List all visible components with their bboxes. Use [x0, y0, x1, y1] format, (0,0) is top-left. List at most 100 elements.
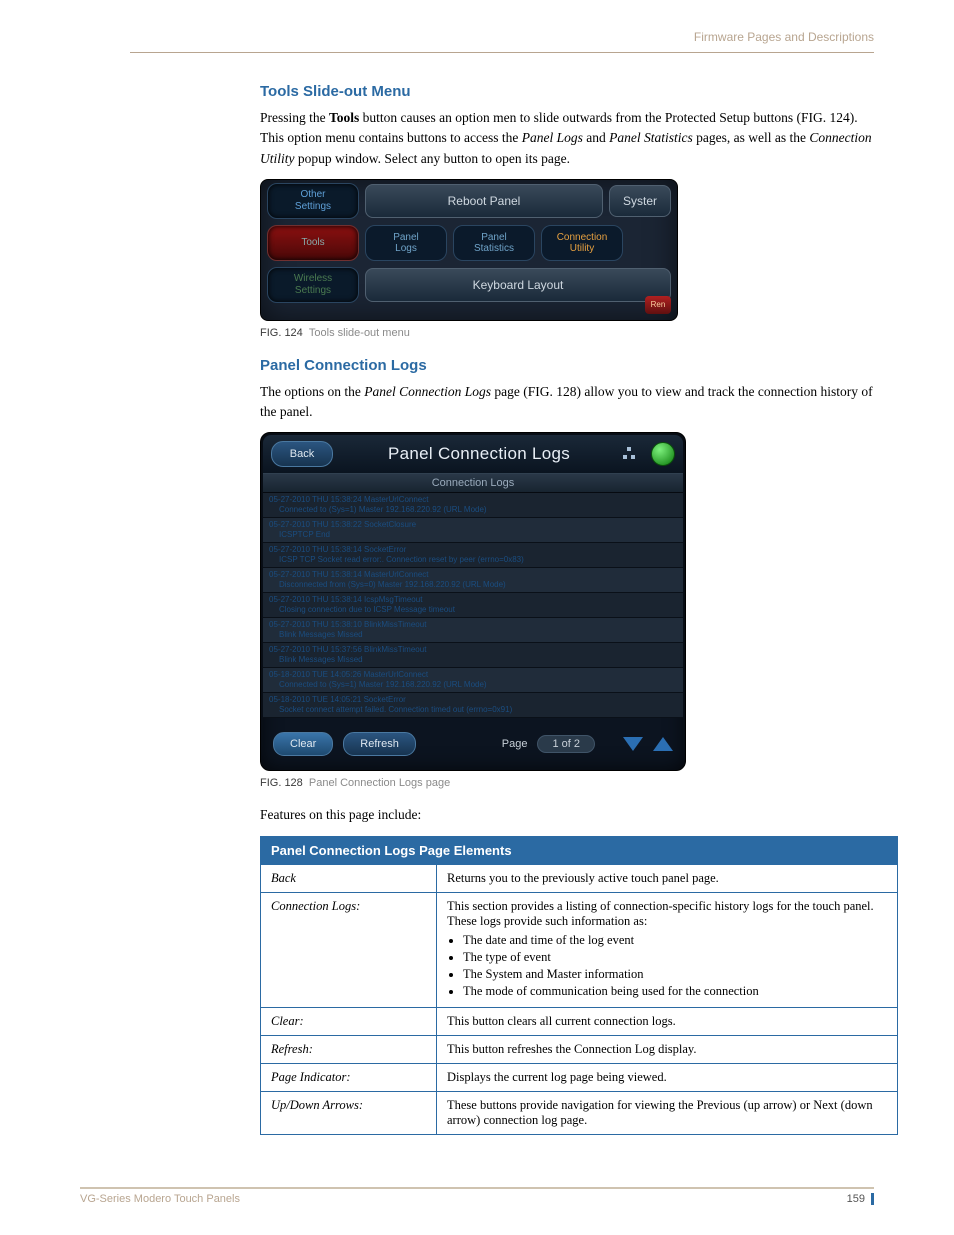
page-label: Page — [502, 738, 528, 750]
log-line1: 05-27-2010 THU 15:38:14 IcspMsgTimeout — [269, 595, 422, 604]
page-up-arrow-icon[interactable] — [653, 737, 673, 751]
log-entry: 05-18-2010 TUE 14:05:26 MasterUrlConnect… — [263, 668, 683, 693]
log-line2: Disconnected from (Sys=0) Master 192.168… — [269, 580, 677, 590]
fignum: FIG. 124 — [260, 327, 303, 339]
log-line2: Blink Messages Missed — [269, 655, 677, 665]
panel-logs-button[interactable]: Panel Logs — [365, 225, 447, 261]
table-cell-label: Page Indicator: — [261, 1063, 437, 1091]
log-line2: Closing connection due to ICSP Message t… — [269, 605, 677, 615]
log-entry: 05-27-2010 THU 15:38:24 MasterUrlConnect… — [263, 493, 683, 518]
log-entry: 05-27-2010 THU 15:38:22 SocketClosureICS… — [263, 518, 683, 543]
breadcrumb: Firmware Pages and Descriptions — [130, 30, 874, 44]
table-cell-desc: These buttons provide navigation for vie… — [437, 1091, 898, 1134]
table-cell-desc: This section provides a listing of conne… — [437, 892, 898, 1007]
log-line1: 05-27-2010 THU 15:38:14 MasterUrlConnect — [269, 570, 429, 579]
log-line1: 05-27-2010 THU 15:38:22 SocketClosure — [269, 520, 416, 529]
table-title: Panel Connection Logs Page Elements — [261, 836, 898, 864]
section-heading-pcl: Panel Connection Logs — [260, 357, 874, 374]
figure1-caption: FIG. 124 Tools slide-out menu — [260, 327, 874, 339]
table-cell-label: Up/Down Arrows: — [261, 1091, 437, 1134]
connection-utility-button[interactable]: Connection Utility — [541, 225, 623, 261]
log-entry: 05-27-2010 THU 15:38:14 MasterUrlConnect… — [263, 568, 683, 593]
text-italic: Panel Logs — [522, 130, 583, 145]
table-row: Clear: This button clears all current co… — [261, 1007, 898, 1035]
log-line1: 05-27-2010 THU 15:37:56 BlinkMissTimeout — [269, 645, 426, 654]
titlebar: Back Panel Connection Logs — [263, 435, 683, 473]
figure2-caption: FIG. 128 Panel Connection Logs page — [260, 777, 874, 789]
text: Pressing the — [260, 110, 329, 125]
table-row: Back Returns you to the previously activ… — [261, 864, 898, 892]
connection-logs-header: Connection Logs — [263, 473, 683, 493]
table-cell-label: Refresh: — [261, 1035, 437, 1063]
table-row: Page Indicator: Displays the current log… — [261, 1063, 898, 1091]
log-line2: ICSP TCP Socket read error:. Connection … — [269, 555, 677, 565]
table-cell-desc: This button clears all current connectio… — [437, 1007, 898, 1035]
table-cell-desc: Displays the current log page being view… — [437, 1063, 898, 1091]
log-line2: Connected to (Sys=1) Master 192.168.220.… — [269, 680, 677, 690]
log-footer: Clear Refresh Page 1 of 2 — [263, 718, 683, 768]
keyboard-layout-button[interactable]: Keyboard Layout — [365, 268, 671, 302]
panel-statistics-button[interactable]: Panel Statistics — [453, 225, 535, 261]
header-rule — [130, 52, 874, 53]
log-list: 05-27-2010 THU 15:38:24 MasterUrlConnect… — [263, 493, 683, 718]
elements-table: Panel Connection Logs Page Elements Back… — [260, 836, 898, 1135]
figcap-text: Panel Connection Logs page — [309, 777, 450, 789]
list-item: The System and Master information — [463, 967, 887, 982]
status-indicator — [651, 442, 675, 466]
desc-text: This section provides a listing of conne… — [447, 899, 874, 928]
text-bold: Tools — [329, 110, 359, 125]
log-line1: 05-27-2010 THU 15:38:24 MasterUrlConnect — [269, 495, 429, 504]
log-line2: Blink Messages Missed — [269, 630, 677, 640]
log-line1: 05-27-2010 THU 15:38:14 SocketError — [269, 545, 406, 554]
log-entry: 05-18-2010 TUE 14:05:21 SocketErrorSocke… — [263, 693, 683, 718]
text: pages, as well as the — [693, 130, 810, 145]
other-settings-button[interactable]: Other Settings — [267, 183, 359, 219]
desc-list: The date and time of the log event The t… — [463, 933, 887, 999]
log-line1: 05-27-2010 THU 15:38:10 BlinkMissTimeout — [269, 620, 426, 629]
list-item: The mode of communication being used for… — [463, 984, 887, 999]
page-footer: VG-Series Modero Touch Panels 159 — [80, 1187, 874, 1205]
text: and — [583, 130, 609, 145]
log-line1: 05-18-2010 TUE 14:05:26 MasterUrlConnect — [269, 670, 428, 679]
table-row: Up/Down Arrows: These buttons provide na… — [261, 1091, 898, 1134]
text: The options on the — [260, 384, 364, 399]
figcap-text: Tools slide-out menu — [309, 327, 410, 339]
section2-paragraph: The options on the Panel Connection Logs… — [260, 382, 874, 423]
list-item: The type of event — [463, 950, 887, 965]
section1-paragraph: Pressing the Tools button causes an opti… — [260, 108, 874, 169]
network-icon — [625, 447, 641, 461]
back-button[interactable]: Back — [271, 441, 333, 467]
page-indicator: 1 of 2 — [537, 735, 595, 753]
table-row: Refresh: This button refreshes the Conne… — [261, 1035, 898, 1063]
table-cell-label: Connection Logs: — [261, 892, 437, 1007]
log-line2: ICSPTCP End — [269, 530, 677, 540]
table-row: Connection Logs: This section provides a… — [261, 892, 898, 1007]
features-intro: Features on this page include: — [260, 805, 874, 825]
page-number: 159 — [847, 1193, 874, 1205]
fignum: FIG. 128 — [260, 777, 303, 789]
refresh-button[interactable]: Refresh — [343, 732, 416, 756]
panel-title: Panel Connection Logs — [343, 444, 615, 464]
footer-title: VG-Series Modero Touch Panels — [80, 1193, 240, 1205]
wireless-settings-button[interactable]: Wireless Settings — [267, 267, 359, 303]
figure-panel-connection-logs: Back Panel Connection Logs Connection Lo… — [260, 432, 686, 771]
table-cell-desc: This button refreshes the Connection Log… — [437, 1035, 898, 1063]
clear-button[interactable]: Clear — [273, 732, 333, 756]
rem-badge: Ren — [645, 296, 671, 314]
text-italic: Panel Connection Logs — [364, 384, 491, 399]
list-item: The date and time of the log event — [463, 933, 887, 948]
table-cell-label: Clear: — [261, 1007, 437, 1035]
section-heading-tools: Tools Slide-out Menu — [260, 83, 874, 100]
tools-button[interactable]: Tools — [267, 225, 359, 261]
log-entry: 05-27-2010 THU 15:38:14 IcspMsgTimeoutCl… — [263, 593, 683, 618]
log-line1: 05-18-2010 TUE 14:05:21 SocketError — [269, 695, 406, 704]
figure-tools-slideout: Other Settings Reboot Panel Syster Tools… — [260, 179, 678, 321]
log-entry: 05-27-2010 THU 15:37:56 BlinkMissTimeout… — [263, 643, 683, 668]
system-button[interactable]: Syster — [609, 185, 671, 217]
reboot-panel-button[interactable]: Reboot Panel — [365, 184, 603, 218]
table-cell-desc: Returns you to the previously active tou… — [437, 864, 898, 892]
log-line2: Connected to (Sys=1) Master 192.168.220.… — [269, 505, 677, 515]
text: popup window. Select any button to open … — [295, 151, 570, 166]
page-down-arrow-icon[interactable] — [623, 737, 643, 751]
table-cell-label: Back — [261, 864, 437, 892]
